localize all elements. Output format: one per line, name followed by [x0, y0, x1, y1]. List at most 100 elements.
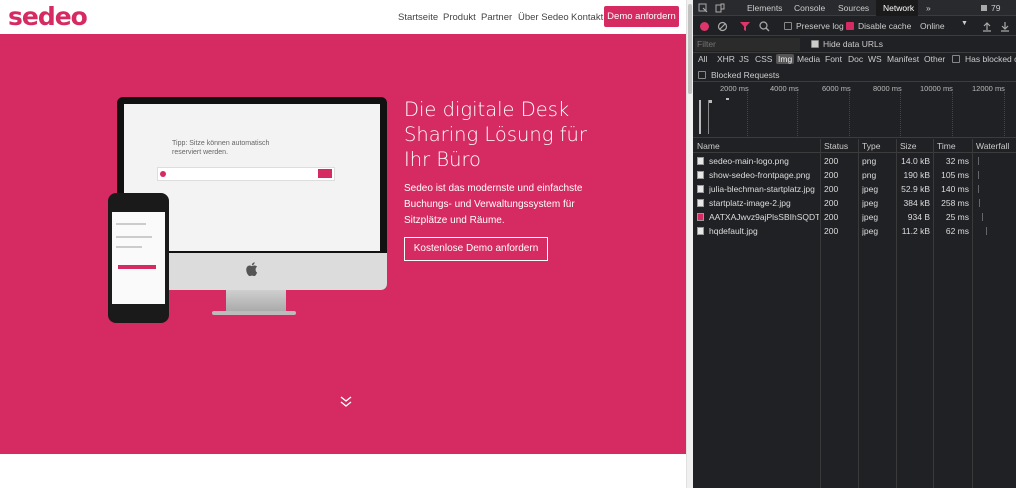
timeline-request-bar [709, 100, 712, 103]
import-har-icon[interactable] [982, 21, 992, 32]
request-type: jpeg [862, 198, 879, 208]
request-row[interactable]: startplatz-image-2.jpg 200 jpeg 384 kB 2… [693, 196, 1016, 210]
request-type: png [862, 156, 877, 166]
type-filter-js[interactable]: JS [739, 54, 749, 64]
type-filter-css[interactable]: CSS [755, 54, 772, 64]
type-filter-all[interactable]: All [698, 54, 707, 64]
phone-screen [112, 212, 165, 304]
type-filter-ws[interactable]: WS [868, 54, 882, 64]
timeline-overview[interactable]: 2000 ms 4000 ms 6000 ms 8000 ms 10000 ms… [693, 82, 1016, 138]
request-row[interactable]: show-sedeo-frontpage.png 200 png 190 kB … [693, 168, 1016, 182]
screen-form-button [318, 169, 332, 178]
more-tabs-button[interactable]: » [926, 3, 931, 13]
devtools-panel: Elements Console Sources Network » 79 Pr… [693, 0, 1016, 488]
request-time: 32 ms [945, 156, 969, 166]
record-icon[interactable] [700, 22, 709, 31]
request-time: 62 ms [945, 226, 969, 236]
type-filter-doc[interactable]: Doc [848, 54, 863, 64]
column-time[interactable]: Time [937, 141, 956, 151]
request-size: 52.9 kB [901, 184, 930, 194]
has-blocked-cookies-label: Has blocked c [965, 54, 1016, 64]
tab-sources[interactable]: Sources [838, 3, 869, 13]
request-row[interactable]: AATXAJwvz9ajPlsSBIhSQDT... 200 jpeg 934 … [693, 210, 1016, 224]
issues-icon[interactable] [981, 5, 987, 11]
column-waterfall[interactable]: Waterfall [976, 141, 1009, 151]
preserve-log-checkbox[interactable] [784, 22, 792, 30]
preserve-log-label: Preserve log [796, 21, 844, 31]
demo-request-button[interactable]: Demo anfordern [604, 6, 679, 27]
request-row[interactable]: hqdefault.jpg 200 jpeg 11.2 kB 62 ms [693, 224, 1016, 238]
request-name: hqdefault.jpg [709, 226, 758, 236]
nav-link-kontakt[interactable]: Kontakt [571, 12, 603, 23]
request-row[interactable]: sedeo-main-logo.png 200 png 14.0 kB 32 m… [693, 154, 1016, 168]
issues-count[interactable]: 79 [991, 3, 1000, 13]
device-toolbar-icon[interactable] [715, 3, 725, 13]
hide-data-urls-checkbox[interactable] [811, 40, 819, 48]
scroll-down-chevron-icon[interactable] [340, 395, 352, 409]
request-type: png [862, 170, 877, 180]
waterfall-bar [982, 213, 983, 221]
disable-cache-checkbox[interactable] [846, 22, 854, 30]
nav-link-produkt[interactable]: Produkt [443, 12, 476, 23]
blocked-requests-label: Blocked Requests [711, 70, 780, 80]
request-size: 14.0 kB [901, 156, 930, 166]
column-name[interactable]: Name [697, 141, 720, 151]
type-filter-font[interactable]: Font [825, 54, 842, 64]
request-time: 25 ms [945, 212, 969, 222]
timeline-tick: 12000 ms [972, 84, 1005, 93]
page-scrollbar-thumb[interactable] [688, 4, 692, 94]
sedeo-logo[interactable]: sedeo [8, 2, 88, 31]
waterfall-bar [978, 171, 979, 179]
request-status: 200 [824, 184, 839, 194]
imac-stand-neck [226, 290, 286, 312]
type-filter-other[interactable]: Other [924, 54, 945, 64]
timeline-request-bars [699, 100, 709, 134]
nav-link-partner[interactable]: Partner [481, 12, 512, 23]
request-time: 258 ms [941, 198, 969, 208]
nav-link-ueber-sedeo[interactable]: Über Sedeo [518, 12, 569, 23]
request-type: jpeg [862, 212, 879, 222]
has-blocked-cookies-checkbox[interactable] [952, 55, 960, 63]
blocked-requests-checkbox[interactable] [698, 71, 706, 79]
export-har-icon[interactable] [1000, 21, 1010, 32]
tab-network[interactable]: Network [883, 3, 914, 13]
request-row[interactable]: julia-blechman-startplatz.jpg 200 jpeg 5… [693, 182, 1016, 196]
apple-logo-icon [246, 262, 258, 276]
throttling-chevron-down-icon[interactable]: ▼ [961, 20, 968, 27]
phone-text-line [116, 246, 142, 248]
tab-console[interactable]: Console [794, 3, 825, 13]
waterfall-bar [978, 157, 979, 165]
type-filter-manifest[interactable]: Manifest [887, 54, 919, 64]
clear-icon[interactable] [717, 21, 728, 32]
request-size: 384 kB [903, 198, 930, 208]
type-filter-media[interactable]: Media [797, 54, 820, 64]
request-name: startplatz-image-2.jpg [709, 198, 791, 208]
waterfall-bar [978, 185, 979, 193]
nav-link-startseite[interactable]: Startseite [398, 12, 438, 23]
file-icon [697, 185, 704, 193]
column-status[interactable]: Status [824, 141, 848, 151]
tab-elements[interactable]: Elements [747, 3, 782, 13]
request-time: 140 ms [941, 184, 969, 194]
request-name: sedeo-main-logo.png [709, 156, 789, 166]
type-filter-xhr[interactable]: XHR [717, 54, 735, 64]
requests-table-header: Name Status Type Size Time Waterfall [693, 139, 1016, 153]
type-filter-img[interactable]: Img [776, 54, 795, 64]
search-icon[interactable] [759, 21, 770, 32]
inspect-element-icon[interactable] [698, 3, 708, 13]
site-header: sedeo Startseite Produkt Partner Über Se… [0, 0, 686, 34]
request-name: julia-blechman-startplatz.jpg [709, 184, 815, 194]
devtools-tab-bar: Elements Console Sources Network » 79 [693, 0, 1016, 16]
request-name: AATXAJwvz9ajPlsSBIhSQDT... [709, 212, 819, 222]
hero-title: Die digitale Desk Sharing Lösung für Ihr… [404, 98, 587, 171]
waterfall-bar [979, 199, 980, 207]
column-type[interactable]: Type [862, 141, 880, 151]
filter-icon[interactable] [740, 21, 750, 32]
free-demo-button[interactable]: Kostenlose Demo anfordern [404, 237, 548, 261]
file-icon [697, 171, 704, 179]
throttling-select[interactable]: Online [920, 21, 945, 31]
filter-input[interactable] [695, 38, 800, 51]
column-size[interactable]: Size [900, 141, 917, 151]
hide-data-urls-label: Hide data URLs [823, 39, 884, 49]
imac-stand-base [212, 311, 296, 315]
